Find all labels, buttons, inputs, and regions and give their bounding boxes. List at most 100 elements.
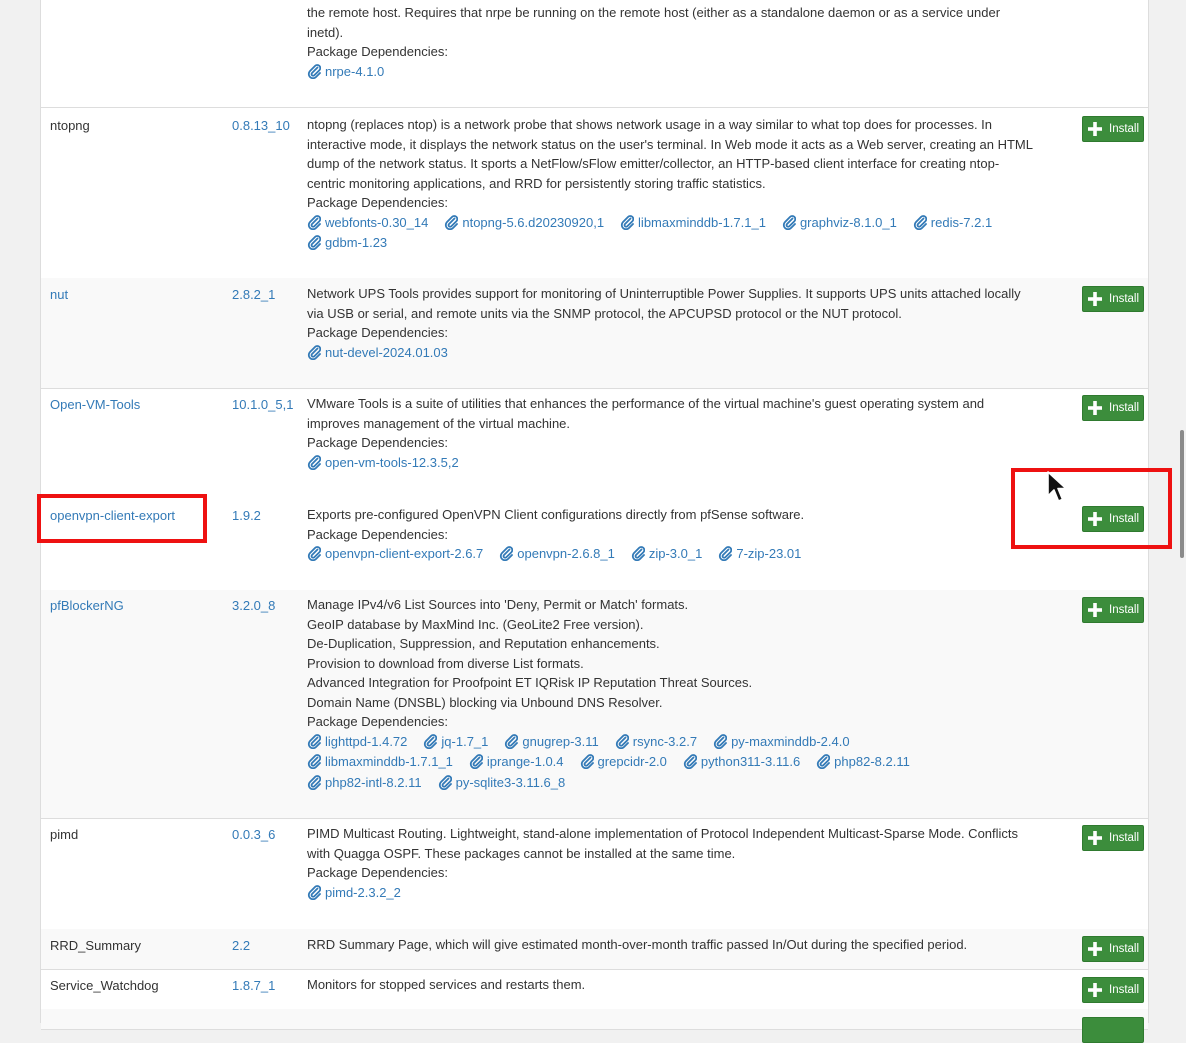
dependency-list: open-vm-tools-12.3.5,2 [307,453,1072,474]
package-version-link[interactable]: 2.8.2_1 [232,287,275,302]
description-line: with Quagga OSPF. These packages cannot … [307,845,736,861]
dependency-list: nrpe-4.1.0 [307,62,1072,83]
install-button[interactable]: Install [1082,395,1144,421]
dependency-link[interactable]: iprange-1.0.4 [469,754,564,769]
dependency-list: openvpn-client-export-2.6.7 openvpn-2.6.8… [307,544,1072,565]
paperclip-icon [307,754,321,769]
plus-icon [1088,603,1102,617]
dependency-link[interactable]: pimd-2.3.2_2 [307,885,401,900]
package-description: Network UPS Tools provides support for m… [307,284,1072,363]
dependency-link[interactable]: grepcidr-2.0 [580,754,667,769]
package-description: VMware Tools is a suite of utilities tha… [307,394,1072,473]
install-button[interactable]: Install [1082,825,1144,851]
paperclip-icon [719,546,733,561]
dependency-name: 7-zip-23.01 [736,546,802,561]
paperclip-icon [438,774,452,790]
package-version-link[interactable]: 10.1.0_5,1 [232,397,293,412]
install-label: Install [1109,402,1140,414]
dependency-name: redis-7.2.1 [930,214,993,230]
package-name-link[interactable]: nut [50,287,68,302]
dependency-link[interactable]: libmaxminddb-1.7.1_1 [307,754,453,769]
dependency-list: pimd-2.3.2_2 [307,883,1072,904]
package-version-link[interactable]: 0.8.13_10 [232,118,290,133]
dependency-name: openvpn-client-export-2.6.7 [325,546,484,561]
paperclip-icon [580,754,594,769]
paperclip-icon [424,733,438,749]
dependency-name: gnugrep-3.11 [522,733,599,749]
dependency-link[interactable]: openvpn-2.6.8_1 [499,546,615,561]
dependency-link[interactable]: py-maxminddb-2.4.0 [713,734,850,749]
table-row [41,1009,1148,1043]
dependency-link[interactable]: jq-1.7_1 [423,734,488,749]
install-label: Install [1109,293,1140,305]
dependency-list: nut-devel-2024.01.03 [307,343,1072,364]
description-line: Provision to download from diverse List … [307,655,584,671]
paperclip-icon [913,214,927,230]
dependency-link[interactable]: webfonts-0.30_14 [307,215,428,230]
description-line: PIMD Multicast Routing. Lightweight, sta… [307,826,1019,841]
description-line: improves management of the virtual machi… [307,415,571,431]
paperclip-icon [817,754,831,769]
dependency-link[interactable]: open-vm-tools-12.3.5,2 [307,455,459,470]
package-description: RRD Summary Page, which will give estima… [307,935,1072,955]
install-button[interactable]: Install [1082,597,1144,623]
dependency-name: pimd-2.3.2_2 [325,884,401,900]
paperclip-icon [615,733,629,749]
description-line: GeoIP database by MaxMind Inc. (GeoLite2… [307,616,644,632]
dependency-link[interactable]: rsync-3.2.7 [615,734,697,749]
paperclip-icon [307,884,321,900]
description-line: Manage IPv4/v6 List Sources into 'Deny, … [307,597,689,612]
highlight-box-package-name [37,494,207,543]
description-line: VMware Tools is a suite of utilities tha… [307,396,985,411]
dependency-link[interactable]: graphviz-8.1.0_1 [782,215,897,230]
package-version: 1.9.2 [232,508,261,523]
highlight-box-install-button [1011,468,1172,549]
package-version-link[interactable]: 0.0.3_6 [232,827,275,842]
package-description: PIMD Multicast Routing. Lightweight, sta… [307,824,1072,903]
install-button[interactable]: Install [1082,936,1144,962]
package-version-link[interactable]: 3.2.0_8 [232,598,275,613]
description-line: Monitors for stopped services and restar… [307,977,586,992]
dependency-link[interactable]: php82-8.2.11 [816,754,910,769]
dependency-link[interactable]: gnugrep-3.11 [504,733,599,749]
dependency-link[interactable]: php82-intl-8.2.11 [307,775,422,790]
table-row: openvpn-client-export 1.9.2 Exports pre-… [41,499,1148,591]
scrollbar-thumb[interactable] [1180,430,1184,558]
dependencies-label: Package Dependencies: [307,325,448,340]
dependency-link[interactable]: nut-devel-2024.01.03 [307,345,448,360]
package-version-link[interactable]: 2.2 [232,938,250,953]
description-line: RRD Summary Page, which will give estima… [307,937,968,952]
package-version-link[interactable]: 1.8.7_1 [232,978,275,993]
table-row: nut 2.8.2_1 Network UPS Tools provides s… [41,278,1148,389]
dependency-link[interactable]: py-sqlite3-3.11.6_8 [438,774,565,790]
package-description: Monitors for stopped services and restar… [307,975,1072,995]
paperclip-icon [469,754,483,769]
dependency-name: php82-intl-8.2.11 [325,774,422,790]
dependency-name: grepcidr-2.0 [597,754,667,769]
paperclip-icon [307,235,321,250]
dependency-link[interactable]: gdbm-1.23 [307,235,387,250]
package-name: pimd [50,827,79,842]
dependency-link[interactable]: redis-7.2.1 [913,215,992,230]
install-button[interactable]: Install [1082,977,1144,1003]
dependency-link[interactable]: zip-3.0_1 [631,546,702,561]
dependency-link[interactable]: lighttpd-1.4.72 [307,734,407,749]
description-line: ntopng (replaces ntop) is a network prob… [307,117,993,132]
paperclip-icon [713,733,728,749]
install-button[interactable] [1082,1017,1144,1043]
dependency-link[interactable]: ntopng-5.6.d20230920,1 [444,215,604,230]
dependency-name: python311-3.11.6 [700,754,801,769]
install-label: Install [1109,604,1140,616]
dependency-link[interactable]: libmaxminddb-1.7.1_1 [620,215,766,230]
dependency-link[interactable]: openvpn-client-export-2.6.7 [307,546,483,561]
install-label: Install [1109,832,1140,844]
description-line: the remote host. Requires that nrpe be r… [307,5,1001,20]
package-name-link[interactable]: pfBlockerNG [50,598,124,613]
install-button[interactable]: Install [1082,286,1144,312]
dependency-link[interactable]: nrpe-4.1.0 [307,64,384,79]
dependency-link[interactable]: 7-zip-23.01 [718,546,801,561]
dependency-name: openvpn-2.6.8_1 [517,546,615,561]
install-button[interactable]: Install [1082,116,1144,142]
package-name-link[interactable]: Open-VM-Tools [50,397,140,412]
dependency-link[interactable]: python311-3.11.6 [683,754,800,769]
